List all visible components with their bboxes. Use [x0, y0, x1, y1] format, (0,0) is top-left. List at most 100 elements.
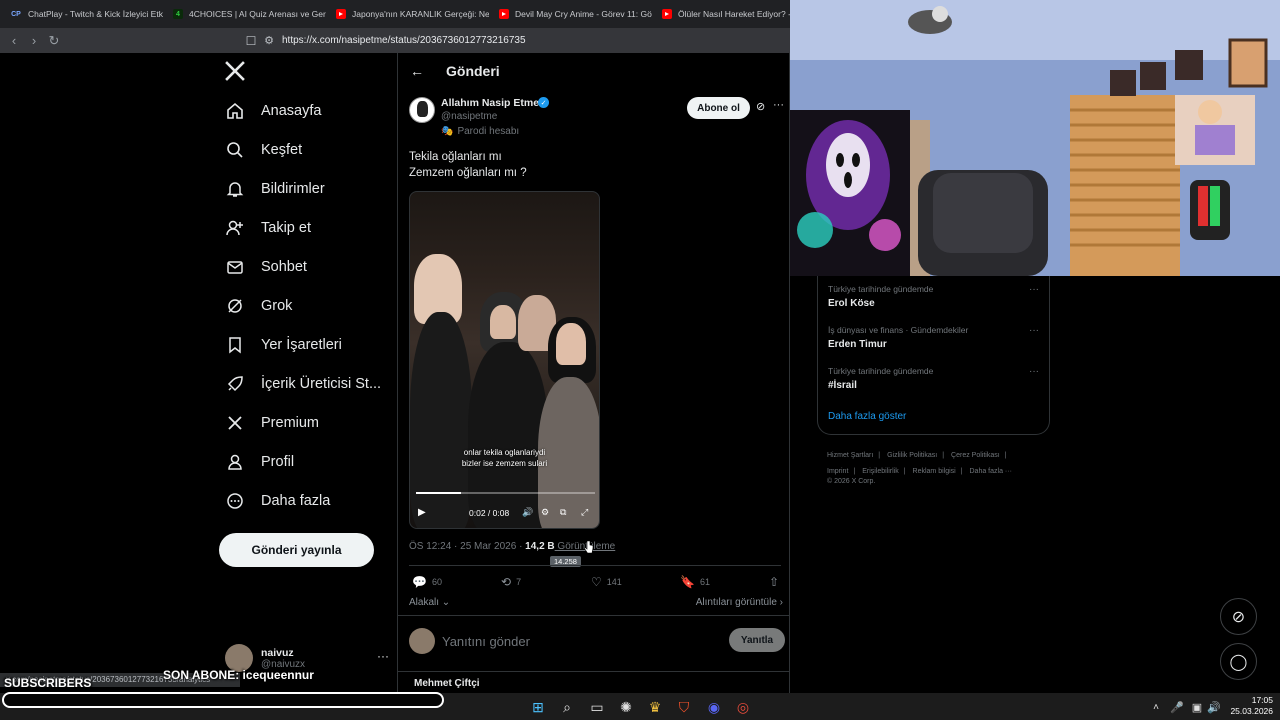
x-logo-icon[interactable] — [225, 61, 249, 85]
obs-icon[interactable]: ◎ — [733, 697, 753, 717]
grok-float-button[interactable]: ⊘ — [1220, 598, 1257, 635]
volume-icon[interactable]: 🔊 — [1204, 697, 1224, 717]
footer-link[interactable]: Çerez Politikası — [951, 452, 1000, 459]
more-icon[interactable]: ··· — [1029, 325, 1039, 336]
parody-label: 🎭 Parodi hesabı — [441, 126, 520, 137]
video-figure — [490, 305, 516, 339]
video-player[interactable]: onlar tekila oglanlariydi bizler ise zem… — [409, 191, 600, 529]
nav-item-premium[interactable]: Premium — [225, 408, 319, 438]
app-icon[interactable]: ♛ — [645, 697, 665, 717]
trend-item[interactable]: Türkiye tarihinde gündemde Erol Köse ··· — [828, 284, 1043, 309]
4choices-icon: 4 — [173, 9, 183, 19]
more-icon[interactable]: ··· — [1029, 284, 1039, 295]
clock[interactable]: 17:05 25.03.2026 — [1228, 695, 1273, 717]
webcam-scene — [790, 0, 1280, 276]
author-name[interactable]: Allahım Nasip Etme — [441, 97, 539, 109]
nav-item-creator-studio[interactable]: İçerik Üreticisi St... — [225, 369, 381, 399]
trend-item[interactable]: Türkiye tarihinde gündemde #İsrail ··· — [828, 366, 1043, 391]
nav-item-more[interactable]: Daha fazla — [225, 486, 330, 516]
browser-tab[interactable]: Ölüler Nasıl Hareket Ediyor? - Y — [652, 0, 790, 28]
browser-tab[interactable]: Devil May Cry Anime - Görev 11: Gö — [489, 0, 652, 28]
back-arrow-icon[interactable]: ← — [410, 63, 424, 79]
grok-icon: ⊘ — [1231, 608, 1246, 626]
sort-dropdown[interactable]: Alakalı ⌄ — [409, 597, 450, 608]
fullscreen-icon[interactable]: ⤢ — [581, 507, 588, 518]
youtube-icon — [662, 9, 672, 19]
like-action[interactable]: ♡ 141 — [591, 575, 622, 589]
microphone-icon[interactable]: 🎤 — [1167, 697, 1187, 717]
footer-link[interactable]: Reklam bilgisi — [913, 468, 956, 475]
nav-item-chat[interactable]: Sohbet — [225, 252, 307, 282]
repost-icon: ⟲ — [501, 575, 512, 589]
author-avatar[interactable] — [409, 97, 435, 123]
nav-item-home[interactable]: Anasayfa — [225, 96, 321, 126]
share-action[interactable]: ⇧ — [769, 575, 779, 589]
more-icon[interactable]: ··· — [773, 99, 784, 111]
address-bar: ‹ › ↻ ☐ ⚙ https://x.com/nasipetme/status… — [0, 28, 790, 53]
pip-icon[interactable]: ⧉ — [560, 507, 566, 518]
site-settings-icon[interactable]: ⚙ — [260, 28, 278, 53]
mail-icon — [225, 257, 245, 277]
trend-context: Türkiye tarihinde gündemde — [828, 366, 934, 376]
repost-action[interactable]: ⟲ 7 — [501, 575, 521, 589]
trend-item[interactable]: İş dünyası ve finans · Gündemdekiler Erd… — [828, 325, 1043, 350]
windows-start-icon[interactable]: ⊞ — [528, 697, 548, 717]
view-quotes-link[interactable]: Alıntıları görüntüle › — [696, 597, 783, 608]
video-progress-bar[interactable] — [416, 492, 595, 494]
footer-link[interactable]: Imprint — [827, 468, 848, 475]
reload-icon[interactable]: ↻ — [44, 28, 64, 53]
browser-tab[interactable]: 4 4CHOICES | AI Quiz Arenası ve Gerçe — [163, 0, 326, 28]
discord-icon[interactable]: ◉ — [704, 697, 724, 717]
divider — [409, 565, 781, 566]
browser-tab[interactable]: Japonya'nın KARANLIK Gerçeği: Nedi — [326, 0, 489, 28]
footer-link[interactable]: Gizlilik Politikası — [887, 452, 937, 459]
search-icon[interactable]: ⌕ — [557, 697, 577, 717]
footer-link[interactable]: Hizmet Şartları — [827, 452, 873, 459]
reply-action[interactable]: 💬 60 — [412, 575, 442, 589]
bell-icon — [225, 179, 245, 199]
brave-browser-icon[interactable]: ⛉ — [674, 697, 694, 717]
reply-button[interactable]: Yanıtla — [729, 628, 785, 652]
chevron-right-icon: › — [776, 597, 783, 608]
nav-item-follow[interactable]: Takip et — [225, 213, 311, 243]
play-icon[interactable]: ▶ — [418, 507, 426, 518]
bookmark-icon — [225, 335, 245, 355]
chatgpt-icon[interactable]: ✺ — [616, 697, 636, 717]
footer-link[interactable]: Daha fazla ··· — [970, 468, 1012, 475]
reply-author[interactable]: Mehmet Çiftçi — [414, 678, 480, 689]
footer-link[interactable]: Erişilebilirlik — [862, 468, 899, 475]
video-figure — [468, 342, 548, 528]
file-explorer-icon[interactable]: ▭ — [587, 697, 607, 717]
more-icon[interactable]: ··· — [377, 649, 389, 663]
browser-tab[interactable]: CP ChatPlay - Twitch & Kick İzleyici Etki… — [0, 0, 163, 28]
author-handle[interactable]: @nasipetme — [441, 111, 497, 122]
grok-icon[interactable]: ⊘ — [756, 100, 765, 113]
more-icon[interactable]: ··· — [1029, 366, 1039, 377]
subscribe-button[interactable]: Abone ol — [687, 97, 750, 119]
forward-icon[interactable]: › — [24, 28, 44, 53]
more-circle-icon — [225, 491, 245, 511]
x-icon — [225, 413, 245, 433]
comment-icon: 💬 — [412, 575, 427, 589]
messages-float-button[interactable]: ◯ — [1220, 643, 1257, 680]
view-count[interactable]: 14,2 B — [525, 541, 554, 552]
reply-input[interactable] — [442, 631, 702, 651]
back-icon[interactable]: ‹ — [4, 28, 24, 53]
bookmark-action[interactable]: 🔖 61 — [680, 575, 710, 589]
volume-icon[interactable]: 🔊 — [522, 507, 533, 518]
video-figure — [556, 323, 586, 365]
verified-badge-icon: ✓ — [538, 97, 549, 108]
trend-name: #İsrail — [828, 380, 857, 391]
chevron-up-icon[interactable]: ˄ — [1146, 697, 1166, 717]
nav-item-explore[interactable]: Keşfet — [225, 135, 302, 165]
show-more-link[interactable]: Daha fazla göster — [828, 411, 906, 422]
trend-context: Türkiye tarihinde gündemde — [828, 284, 934, 294]
nav-item-profile[interactable]: Profil — [225, 447, 294, 477]
nav-item-grok[interactable]: Grok — [225, 291, 292, 321]
url-field[interactable]: https://x.com/nasipetme/status/203673601… — [282, 35, 526, 46]
settings-icon[interactable]: ⚙ — [541, 507, 549, 518]
nav-item-bookmarks[interactable]: Yer İşaretleri — [225, 330, 342, 360]
bookmark-page-icon[interactable]: ☐ — [242, 28, 260, 53]
post-button[interactable]: Gönderi yayınla — [219, 533, 374, 567]
nav-item-notifications[interactable]: Bildirimler — [225, 174, 325, 204]
